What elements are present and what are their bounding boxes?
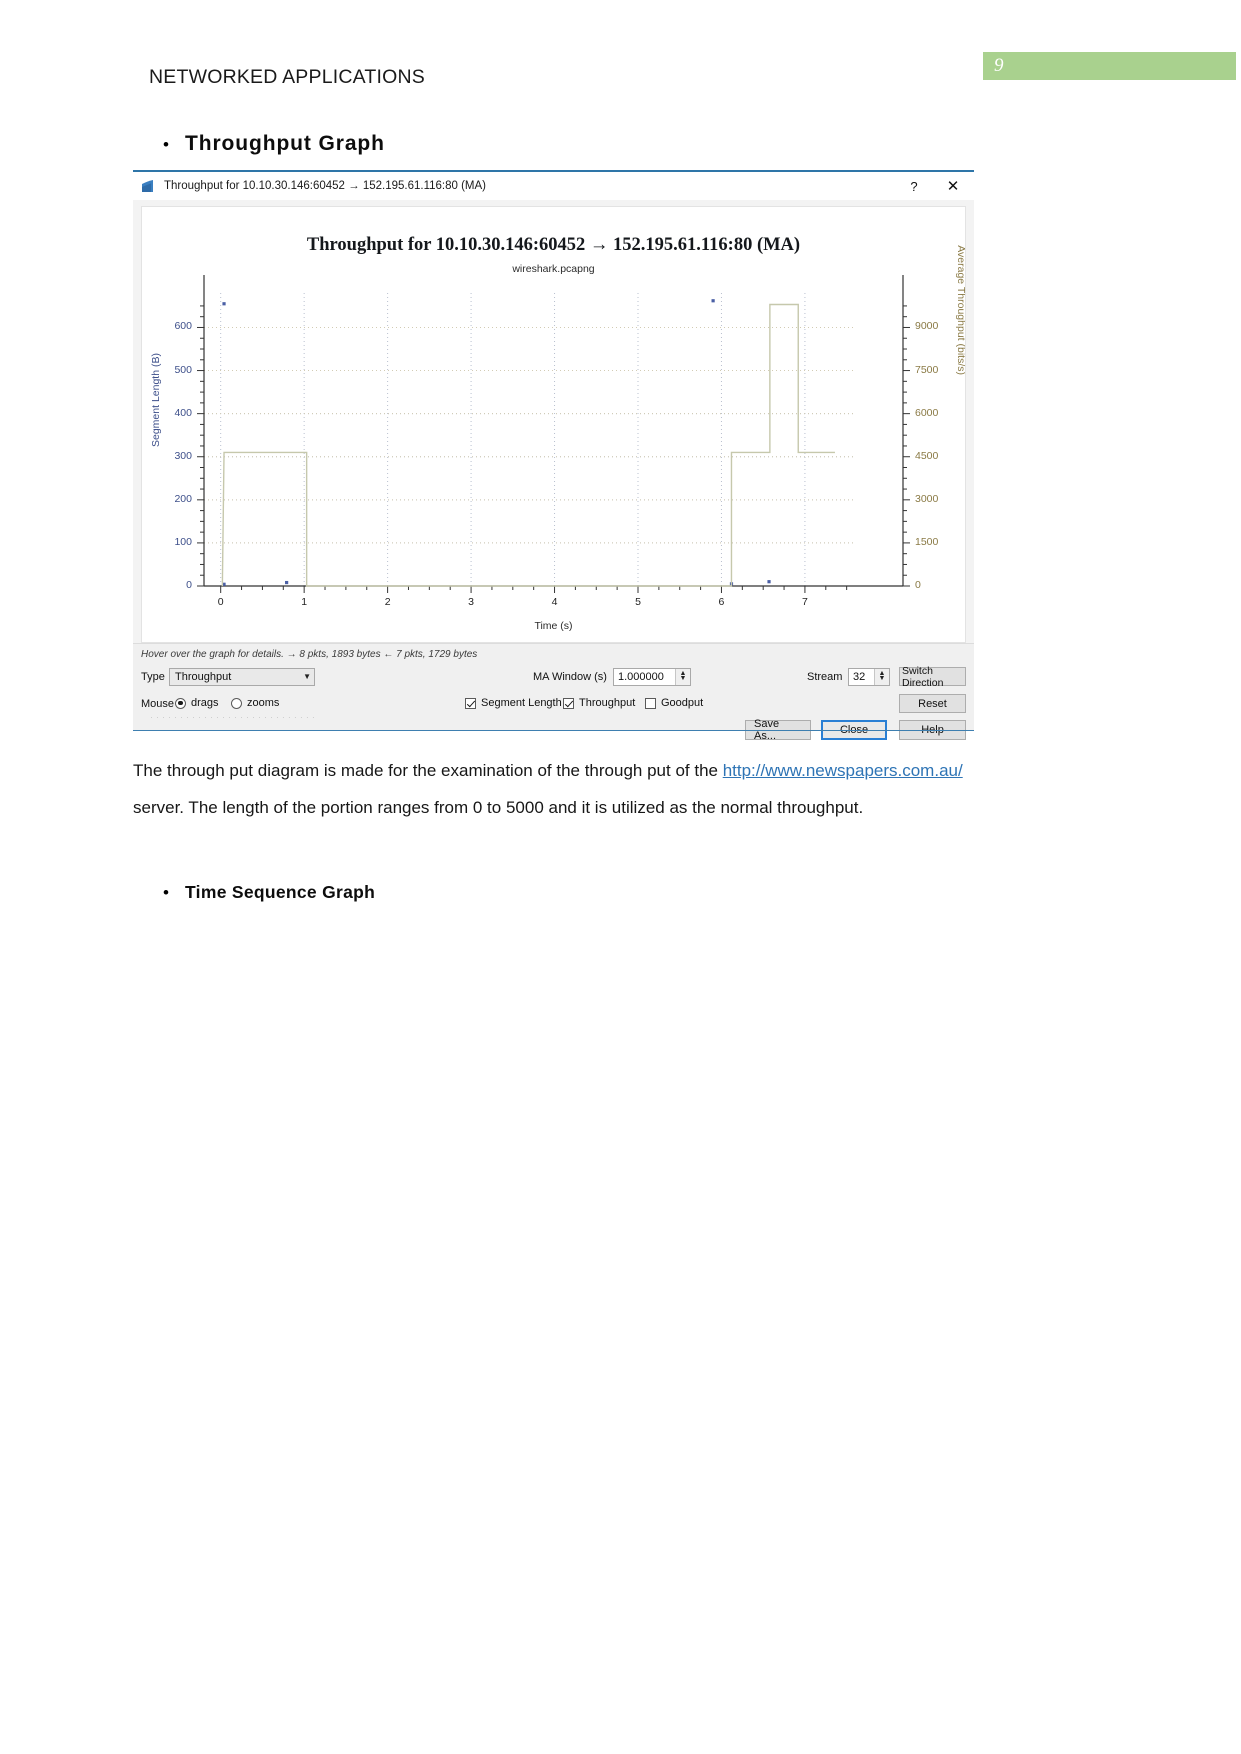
type-label: Type bbox=[141, 671, 165, 683]
segment-length-checkbox-label: Segment Length bbox=[481, 697, 562, 709]
controls-row-top: Type Throughput ▼ MA Window (s) 1.000000… bbox=[133, 665, 974, 689]
type-select[interactable]: Throughput ▼ bbox=[169, 668, 315, 686]
reset-button[interactable]: Reset bbox=[899, 694, 966, 713]
window-close-icon[interactable]: ✕ bbox=[932, 177, 974, 195]
goodput-checkbox[interactable]: Goodput bbox=[645, 697, 703, 709]
plot-container: Throughput for 10.10.30.146:60452 → 152.… bbox=[133, 200, 974, 643]
switch-direction-button[interactable]: Switch Direction bbox=[899, 665, 966, 689]
document-header: NETWORKED APPLICATIONS 9 bbox=[0, 0, 1241, 110]
window-title: Throughput for 10.10.30.146:60452 → 152.… bbox=[164, 180, 487, 192]
paragraph-text-before-link: The through put diagram is made for the … bbox=[133, 761, 723, 780]
chart-plot-area bbox=[197, 275, 910, 593]
throughput-chart[interactable]: Throughput for 10.10.30.146:60452 → 152.… bbox=[141, 206, 966, 643]
window-bottom-smudge: ···························· bbox=[150, 712, 318, 722]
radio-unselected-icon bbox=[231, 697, 242, 709]
mouse-mode-zooms-label: zooms bbox=[247, 697, 280, 709]
section-bottom-rule bbox=[133, 730, 974, 731]
chevron-down-icon: ▼ bbox=[303, 672, 311, 681]
mouse-label: Mouse bbox=[141, 698, 175, 710]
segment-length-checkbox[interactable]: Segment Length bbox=[465, 697, 562, 709]
paragraph-text-after-link: server. The length of the portion ranges… bbox=[133, 798, 864, 817]
stream-spinner-arrows[interactable]: ▲ ▼ bbox=[874, 669, 889, 685]
ma-window-value: 1.000000 bbox=[618, 671, 664, 683]
ma-window-stepper[interactable]: 1.000000 ▲ ▼ bbox=[613, 668, 691, 686]
ma-window-label: MA Window (s) bbox=[533, 671, 607, 683]
throughput-checkbox-label: Throughput bbox=[579, 697, 636, 709]
bullet-throughput-graph: • Throughput Graph bbox=[163, 132, 385, 156]
stream-stepper[interactable]: 32 ▲ ▼ bbox=[848, 668, 890, 686]
bullet-time-sequence-graph: • Time Sequence Graph bbox=[163, 882, 375, 903]
bullet-throughput-graph-label: Throughput Graph bbox=[185, 132, 385, 155]
window-help-icon[interactable]: ? bbox=[896, 179, 932, 194]
checkbox-unchecked-icon bbox=[645, 697, 656, 709]
stream-value: 32 bbox=[853, 671, 866, 683]
newspapers-link[interactable]: http://www.newspapers.com.au/ bbox=[723, 761, 963, 780]
mouse-mode-zooms-radio[interactable]: zooms bbox=[231, 697, 279, 709]
type-select-value: Throughput bbox=[175, 671, 232, 683]
checkbox-checked-icon bbox=[563, 697, 574, 709]
radio-selected-icon bbox=[175, 697, 186, 709]
hover-hint-text: Hover over the graph for details. → 8 pk… bbox=[141, 649, 478, 660]
checkbox-checked-icon bbox=[465, 697, 476, 709]
page-number: 9 bbox=[994, 55, 1004, 76]
bullet-dot-icon: • bbox=[163, 883, 169, 902]
mouse-mode-drags-radio[interactable]: drags bbox=[175, 697, 219, 709]
stream-label: Stream bbox=[807, 671, 843, 683]
wireshark-throughput-window: Throughput for 10.10.30.146:60452 → 152.… bbox=[133, 170, 974, 742]
window-titlebar: Throughput for 10.10.30.146:60452 → 152.… bbox=[133, 172, 974, 200]
spinner-down-icon[interactable]: ▼ bbox=[680, 675, 687, 682]
body-paragraph: The through put diagram is made for the … bbox=[133, 752, 963, 826]
spinner-down-icon[interactable]: ▼ bbox=[879, 675, 886, 682]
document-header-title: NETWORKED APPLICATIONS bbox=[149, 66, 426, 88]
goodput-checkbox-label: Goodput bbox=[661, 697, 704, 709]
ma-window-spinner-arrows[interactable]: ▲ ▼ bbox=[675, 669, 690, 685]
mouse-mode-drags-label: drags bbox=[191, 697, 219, 709]
bullet-dot-icon: • bbox=[163, 135, 169, 154]
page-number-banner: 9 bbox=[983, 52, 1236, 80]
throughput-checkbox[interactable]: Throughput bbox=[563, 697, 635, 709]
wireshark-logo-icon bbox=[141, 179, 157, 193]
bullet-time-sequence-graph-label: Time Sequence Graph bbox=[185, 882, 376, 902]
